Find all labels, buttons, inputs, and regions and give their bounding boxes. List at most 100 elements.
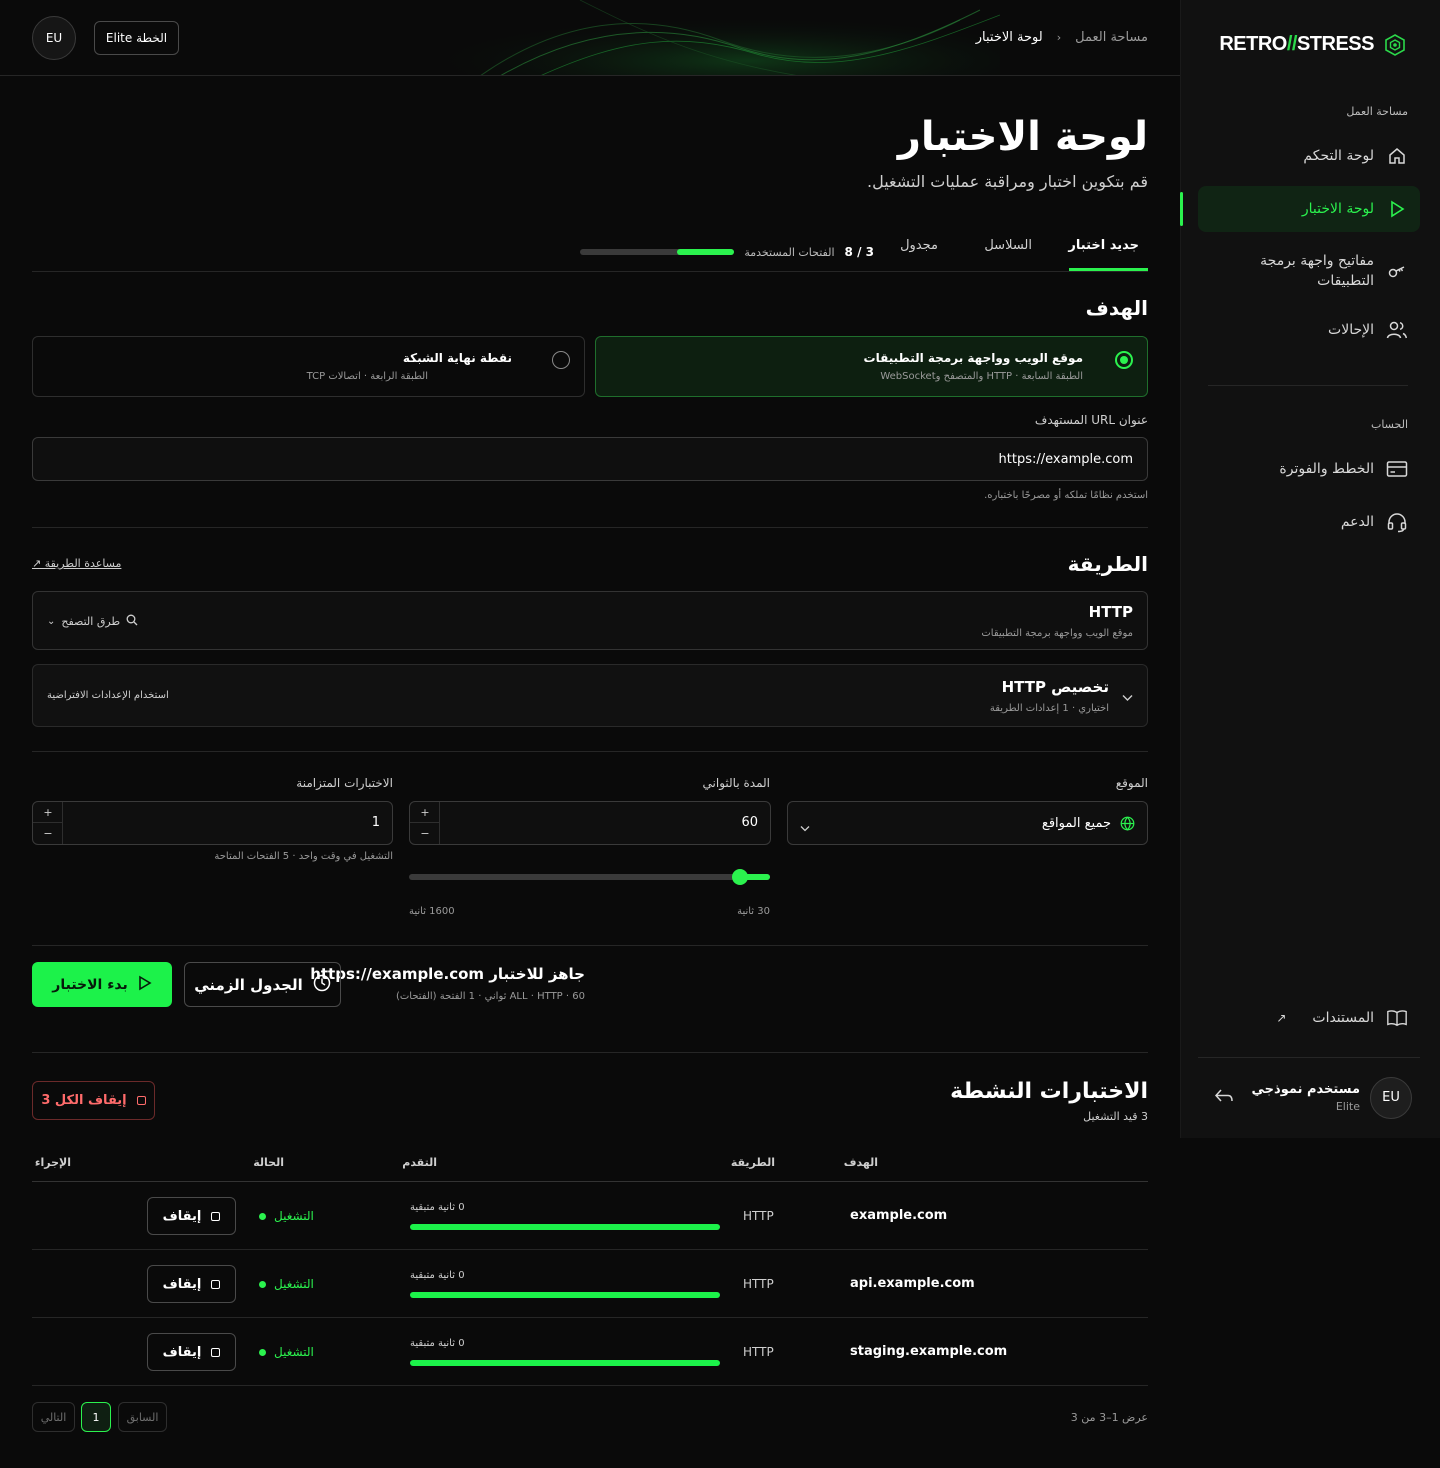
status-dot-icon: [259, 1280, 266, 1288]
tab-scheduled[interactable]: مجدول: [900, 238, 938, 253]
browse-methods-button[interactable]: طرق التصفح ⌄: [47, 614, 138, 629]
sidebar-section-account: الحساب: [1370, 418, 1408, 431]
row-progress-bar: [410, 1292, 720, 1298]
stop-icon: [211, 1347, 221, 1357]
url-input[interactable]: https://example.com: [32, 437, 1148, 481]
ready-title: جاهز للاختبار https://example.com: [310, 965, 585, 983]
stop-icon: [211, 1279, 221, 1289]
usage-bar-fill: [676, 249, 735, 255]
sidebar-item-referrals[interactable]: الإحالات: [1198, 307, 1420, 353]
usage-bar: [580, 249, 735, 255]
brand-logo[interactable]: RETRO//STRESS: [1219, 33, 1406, 56]
decrement-button[interactable]: −: [410, 823, 440, 844]
chevron-left-icon: ‹: [1056, 31, 1062, 44]
method-help-link[interactable]: مساعدة الطريقة ↗: [32, 557, 121, 570]
sidebar-item-label: لوحة الاختبار: [1301, 201, 1374, 217]
sidebar-item-support[interactable]: الدعم: [1198, 499, 1420, 545]
target-option-network[interactable]: نقطة نهاية الشبكة الطبقة الرابعة · اتصال…: [32, 336, 585, 397]
method-section-title: الطريقة: [1067, 552, 1148, 576]
schedule-button[interactable]: الجدول الزمني: [184, 962, 341, 1007]
row-progress-label: 0 ثانية متبقية: [410, 1202, 465, 1213]
row-method: HTTP: [743, 1345, 774, 1359]
region-button[interactable]: EU: [32, 16, 76, 60]
row-stop-label: إيقاف: [162, 1276, 202, 1292]
browse-methods-label: طرق التصفح: [61, 615, 121, 628]
target-option-web[interactable]: موقع الويب وواجهة برمجة التطبيقات الطبقة…: [595, 336, 1148, 397]
location-select[interactable]: جميع المواقع: [787, 801, 1148, 845]
table-row: staging.example.com HTTP 0 ثانية متبقية الت…: [32, 1318, 1148, 1386]
row-progress-bar: [410, 1360, 720, 1366]
section-divider: [32, 751, 1148, 752]
http-customization-panel[interactable]: تخصيص HTTP اختياري · 1 إعدادات الطريقة ا…: [32, 664, 1148, 727]
row-stop-button[interactable]: إيقاف: [147, 1265, 236, 1303]
duration-stepper: + −: [410, 802, 440, 844]
key-icon: [1386, 260, 1408, 282]
target-option-title: موقع الويب وواجهة برمجة التطبيقات: [863, 351, 1083, 365]
row-stop-button[interactable]: إيقاف: [147, 1197, 236, 1235]
sidebar-item-docs[interactable]: المستندات ↗: [1198, 995, 1420, 1041]
logout-icon[interactable]: [1212, 1086, 1236, 1110]
start-test-label: بدء الاختبار: [52, 976, 128, 993]
sidebar-item-api-keys[interactable]: مفاتيح واجهة برمجة التطبيقات: [1198, 246, 1420, 296]
row-status-label: التشغيل: [274, 1345, 314, 1359]
col-header-target: الهدف: [843, 1156, 878, 1169]
billing-icon: [1386, 458, 1408, 480]
sidebar-item-billing[interactable]: الخطط والفوترة: [1198, 446, 1420, 492]
col-header-progress: التقدم: [402, 1156, 437, 1169]
schedule-button-label: الجدول الزمني: [194, 975, 303, 994]
tab-chains[interactable]: السلاسل: [984, 238, 1032, 253]
headset-icon: [1386, 511, 1408, 533]
pagination-page-1[interactable]: 1: [81, 1402, 111, 1432]
concurrent-value: 1: [371, 815, 380, 830]
status-dot-icon: [259, 1348, 266, 1356]
active-indicator: [1180, 192, 1183, 226]
user-profile[interactable]: EU مستخدم نموذجي Elite: [1198, 1057, 1420, 1137]
sidebar-item-test-panel[interactable]: لوحة الاختبار: [1198, 186, 1420, 232]
location-value: جميع المواقع: [1041, 816, 1111, 831]
method-selector[interactable]: HTTP موقع الويب وواجهة برمجة التطبيقات ط…: [32, 591, 1148, 650]
row-stop-button[interactable]: إيقاف: [147, 1333, 236, 1371]
usage-label: الفتحات المستخدمة: [744, 245, 835, 259]
page-subtitle: قم بتكوين اختبار ومراقبة عمليات التشغيل.: [867, 172, 1148, 191]
duration-value: 60: [741, 815, 758, 830]
stop-all-label: إيقاف الكل 3: [41, 1093, 127, 1108]
row-method: HTTP: [743, 1209, 774, 1223]
external-link-icon: ↗: [1276, 1011, 1287, 1025]
decrement-button[interactable]: −: [33, 823, 63, 844]
increment-button[interactable]: +: [33, 802, 63, 823]
table-row: example.com HTTP 0 ثانية متبقية التشغيل إيقا…: [32, 1182, 1148, 1250]
row-status: التشغيل: [259, 1209, 314, 1223]
concurrent-input[interactable]: 1 + −: [32, 801, 393, 845]
duration-slider[interactable]: [409, 869, 770, 885]
stop-icon: [211, 1211, 221, 1221]
radio-unselected[interactable]: [552, 351, 570, 369]
duration-input[interactable]: 60 + −: [409, 801, 771, 845]
play-icon: [1386, 198, 1408, 220]
breadcrumb: مساحة العمل ‹ لوحة الاختبار: [976, 30, 1148, 45]
globe-icon: [1120, 816, 1135, 835]
chevron-down-icon[interactable]: [1122, 691, 1133, 705]
pagination-prev[interactable]: السابق: [118, 1402, 167, 1432]
chevron-down-icon: [800, 817, 810, 836]
row-status-label: التشغيل: [274, 1277, 314, 1291]
method-selected-sub: موقع الويب وواجهة برمجة التطبيقات: [981, 628, 1133, 639]
sidebar-item-label: الدعم: [1340, 514, 1374, 530]
start-test-button[interactable]: بدء الاختبار: [32, 962, 172, 1007]
target-option-sub: الطبقة السابعة · HTTP والمتصفح وWebSocke…: [880, 371, 1083, 382]
sidebar-item-dashboard[interactable]: لوحة التحكم: [1198, 133, 1420, 179]
increment-button[interactable]: +: [410, 802, 440, 823]
duration-slider-thumb[interactable]: [732, 869, 748, 885]
section-divider: [32, 945, 1148, 946]
plan-button[interactable]: الخطة Elite: [94, 21, 179, 55]
pagination-next[interactable]: التالي: [32, 1402, 75, 1432]
url-label: عنوان URL المستهدف: [1034, 413, 1148, 427]
section-divider: [32, 1052, 1148, 1053]
target-section-title: الهدف: [1085, 296, 1148, 320]
stop-all-button[interactable]: إيقاف الكل 3: [32, 1081, 155, 1120]
tab-new-test[interactable]: جديد اختبار: [1068, 238, 1139, 253]
section-divider: [32, 527, 1148, 528]
radio-selected[interactable]: [1115, 351, 1133, 369]
breadcrumb-root[interactable]: مساحة العمل: [1075, 30, 1148, 45]
sidebar-section-workspace: مساحة العمل: [1346, 105, 1408, 118]
active-tests-count: 3 قيد التشغيل: [1083, 1110, 1148, 1123]
